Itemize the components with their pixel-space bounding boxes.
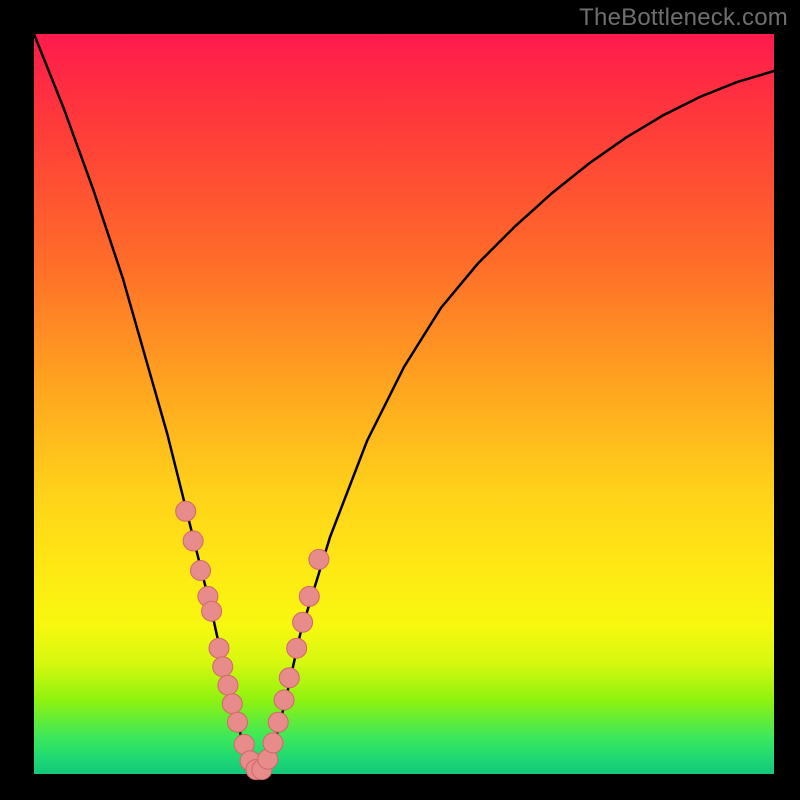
plot-area	[34, 34, 774, 774]
bottleneck-curve	[34, 34, 774, 770]
watermark-label: TheBottleneck.com	[579, 4, 788, 32]
marker-point	[176, 501, 196, 521]
marker-group	[176, 501, 329, 779]
marker-point	[228, 712, 248, 732]
marker-point	[299, 586, 319, 606]
marker-point	[222, 694, 242, 714]
marker-point	[263, 733, 283, 753]
marker-point	[287, 638, 307, 658]
marker-point	[293, 612, 313, 632]
chart-frame: TheBottleneck.com	[0, 0, 800, 800]
marker-point	[309, 549, 329, 569]
marker-point	[268, 712, 288, 732]
marker-point	[191, 561, 211, 581]
marker-point	[202, 601, 222, 621]
marker-point	[213, 657, 233, 677]
marker-point	[209, 638, 229, 658]
marker-point	[279, 668, 299, 688]
marker-point	[183, 531, 203, 551]
marker-point	[274, 690, 294, 710]
chart-svg	[34, 34, 774, 774]
marker-point	[218, 675, 238, 695]
